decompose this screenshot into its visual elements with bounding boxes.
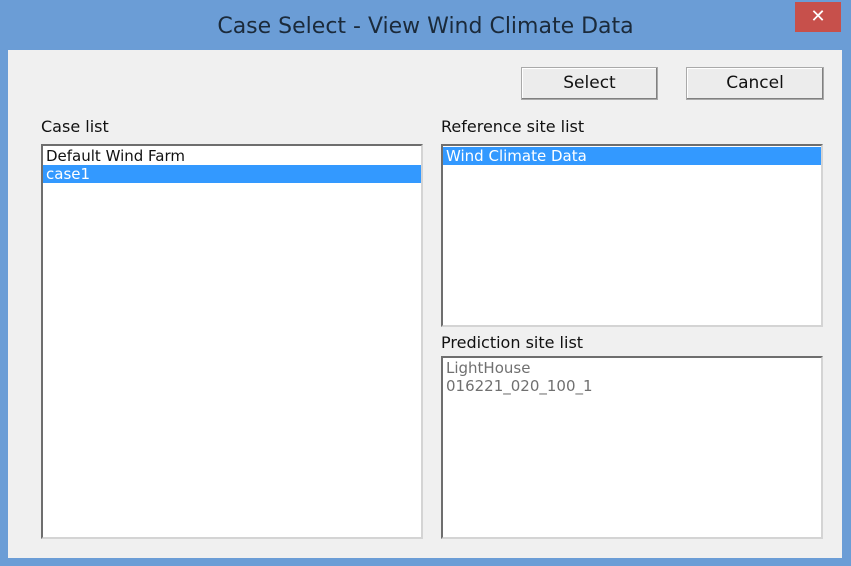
reference-site-item-wind-climate-data[interactable]: Wind Climate Data [443, 147, 821, 165]
reference-site-list-label: Reference site list [441, 117, 585, 136]
select-button[interactable]: Select [521, 67, 658, 100]
case-list-item-default-wind-farm[interactable]: Default Wind Farm [43, 147, 421, 165]
dialog-window: Case Select - View Wind Climate Data ✕ S… [0, 0, 851, 566]
close-button[interactable]: ✕ [795, 2, 841, 32]
case-list-label: Case list [41, 117, 109, 136]
prediction-site-list-label: Prediction site list [441, 333, 584, 352]
cancel-button[interactable]: Cancel [686, 67, 824, 100]
prediction-site-item-016221[interactable]: 016221_020_100_1 [443, 377, 821, 395]
close-icon: ✕ [810, 6, 826, 27]
window-title: Case Select - View Wind Climate Data [217, 14, 634, 39]
case-listbox[interactable]: Default Wind Farm case1 [41, 144, 423, 539]
prediction-site-item-lighthouse[interactable]: LightHouse [443, 359, 821, 377]
title-bar[interactable]: Case Select - View Wind Climate Data ✕ [0, 0, 851, 50]
reference-site-listbox[interactable]: Wind Climate Data [441, 144, 823, 327]
dialog-client-area: Select Cancel Case list Default Wind Far… [8, 50, 842, 558]
prediction-site-listbox[interactable]: LightHouse 016221_020_100_1 [441, 356, 823, 539]
case-list-item-case1[interactable]: case1 [43, 165, 421, 183]
